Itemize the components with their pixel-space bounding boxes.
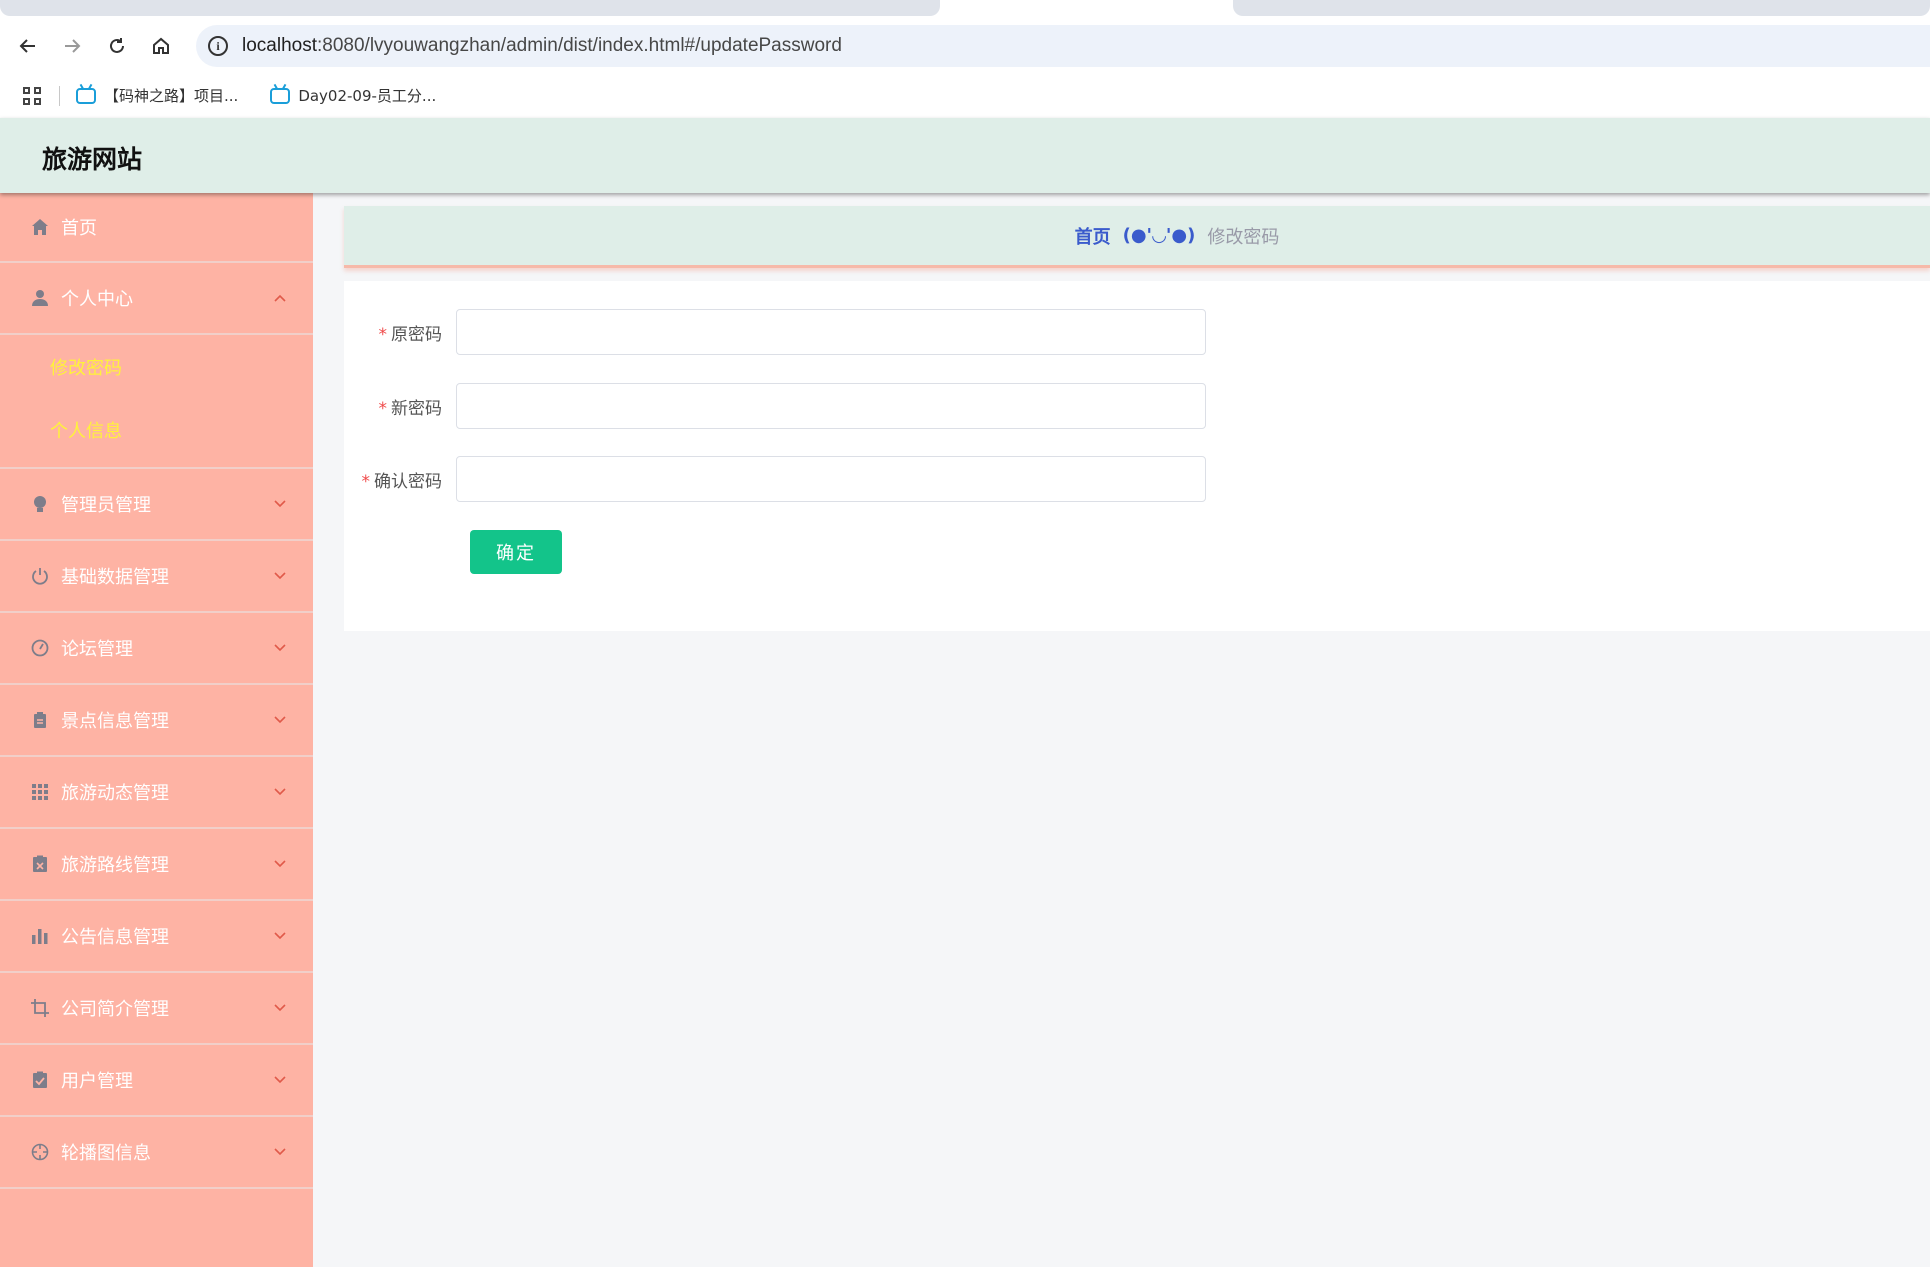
chevron-down-icon [274, 500, 286, 508]
confirm-password-field[interactable] [456, 456, 1206, 502]
user-icon [30, 288, 50, 308]
sidebar-item-label: 公司简介管理 [61, 999, 169, 1020]
sidebar-item-label: 公告信息管理 [61, 927, 169, 948]
sidebar-item-label: 用户管理 [61, 1071, 133, 1092]
sidebar-subitem-change-password[interactable]: 修改密码 [0, 335, 313, 398]
browser-tab[interactable] [0, 0, 940, 16]
sidebar-item-label: 旅游动态管理 [61, 783, 169, 804]
bookmark-label: Day02-09-员工分... [298, 87, 437, 105]
app-title: 旅游网站 [42, 145, 143, 174]
chevron-down-icon [274, 572, 286, 580]
sidebar-item-carousel[interactable]: 轮播图信息 [0, 1117, 313, 1189]
browser-tab-strip [0, 0, 1930, 18]
bookmarks-bar: 【码神之路】项目... Day02-09-员工分... [0, 73, 1930, 118]
browser-tab[interactable] [1233, 0, 1930, 16]
sidebar-item-label: 基础数据管理 [61, 567, 169, 588]
new-password-label: * 新密码 [378, 398, 443, 419]
bookmarks-divider [59, 85, 60, 106]
bookmark-label: 【码神之路】项目... [104, 87, 239, 105]
chevron-down-icon [274, 1076, 286, 1084]
bookmark-item[interactable]: 【码神之路】项目... [76, 85, 238, 106]
sidebar-item-announcements[interactable]: 公告信息管理 [0, 901, 313, 973]
sidebar-item-label: 旅游路线管理 [61, 855, 169, 876]
sidebar-item-label: 个人中心 [61, 289, 133, 310]
browser-toolbar: i localhost:8080/lvyouwangzhan/admin/dis… [0, 18, 1930, 73]
sidebar-item-travel-routes[interactable]: 旅游路线管理 [0, 829, 313, 901]
breadcrumb-home-link[interactable]: 首页 [1075, 223, 1111, 249]
clipboard-icon [30, 710, 50, 730]
sidebar-item-label: 管理员管理 [61, 495, 151, 516]
change-password-form: * 原密码 * 新密码 * 确认密码 确定 [344, 281, 1930, 631]
site-info-icon[interactable]: i [208, 36, 228, 56]
sidebar-item-label: 首页 [61, 218, 97, 239]
old-password-label: * 原密码 [378, 324, 443, 345]
bookmark-item[interactable]: Day02-09-员工分... [270, 85, 436, 106]
bulb-icon [30, 494, 50, 514]
sidebar-item-home[interactable]: 首页 [0, 193, 313, 263]
chevron-down-icon [274, 644, 286, 652]
sidebar-item-basic-data[interactable]: 基础数据管理 [0, 541, 313, 613]
sidebar-item-travel-news[interactable]: 旅游动态管理 [0, 757, 313, 829]
address-bar[interactable]: i localhost:8080/lvyouwangzhan/admin/dis… [196, 25, 1930, 67]
old-password-row: * 原密码 [344, 309, 1344, 355]
clipboard-check-icon [30, 1070, 50, 1090]
bilibili-icon [270, 87, 291, 104]
submenu-personal-center: 修改密码 个人信息 [0, 335, 313, 469]
sidebar-item-users[interactable]: 用户管理 [0, 1045, 313, 1117]
sidebar-item-admin-management[interactable]: 管理员管理 [0, 469, 313, 541]
sidebar-item-scenic-spots[interactable]: 景点信息管理 [0, 685, 313, 757]
breadcrumb: 首页 (●'◡'●) 修改密码 [344, 206, 1930, 268]
home-icon[interactable] [147, 32, 175, 60]
chevron-down-icon [274, 788, 286, 796]
confirm-button[interactable]: 确定 [470, 530, 562, 574]
sidebar-item-personal-center[interactable]: 个人中心 [0, 263, 313, 335]
new-password-row: * 新密码 [344, 383, 1344, 429]
chevron-down-icon [274, 860, 286, 868]
bar-chart-icon [30, 926, 50, 946]
back-icon[interactable] [14, 32, 42, 60]
confirm-password-row: * 确认密码 [344, 456, 1344, 502]
home-icon [30, 217, 50, 237]
sidebar-item-label: 景点信息管理 [61, 711, 169, 732]
sidebar-item-company-profile[interactable]: 公司简介管理 [0, 973, 313, 1045]
reload-icon[interactable] [103, 32, 131, 60]
chevron-down-icon [274, 716, 286, 724]
chevron-down-icon [274, 1148, 286, 1156]
apps-grid-icon[interactable] [23, 86, 41, 105]
chevron-down-icon [274, 1004, 286, 1012]
confirm-password-label: * 确认密码 [361, 471, 443, 492]
sidebar-menu: 首页 个人中心 修改密码 个人信息 管理员管理 基础数据管理 论坛管理 景点信息… [0, 193, 313, 1267]
chevron-up-icon [274, 294, 286, 302]
old-password-field[interactable] [456, 309, 1206, 355]
grid-icon [30, 782, 50, 802]
crosshair-icon [30, 1142, 50, 1162]
crop-icon [30, 998, 50, 1018]
url-host: localhost [242, 35, 317, 56]
forward-icon[interactable] [58, 32, 86, 60]
sidebar-item-label: 论坛管理 [61, 639, 133, 660]
sidebar-item-forum[interactable]: 论坛管理 [0, 613, 313, 685]
sidebar-subitem-personal-info[interactable]: 个人信息 [0, 398, 313, 461]
app-header: 旅游网站 [0, 118, 1930, 193]
power-icon [30, 566, 50, 586]
breadcrumb-current: 修改密码 [1207, 226, 1280, 248]
new-password-field[interactable] [456, 383, 1206, 429]
gauge-icon [30, 638, 50, 658]
url-path: :8080/lvyouwangzhan/admin/dist/index.htm… [317, 35, 842, 56]
chevron-down-icon [274, 932, 286, 940]
breadcrumb-separator: (●'◡'●) [1122, 225, 1196, 246]
bilibili-icon [76, 87, 96, 104]
sidebar-item-label: 轮播图信息 [61, 1143, 151, 1164]
delete-doc-icon [30, 854, 50, 874]
